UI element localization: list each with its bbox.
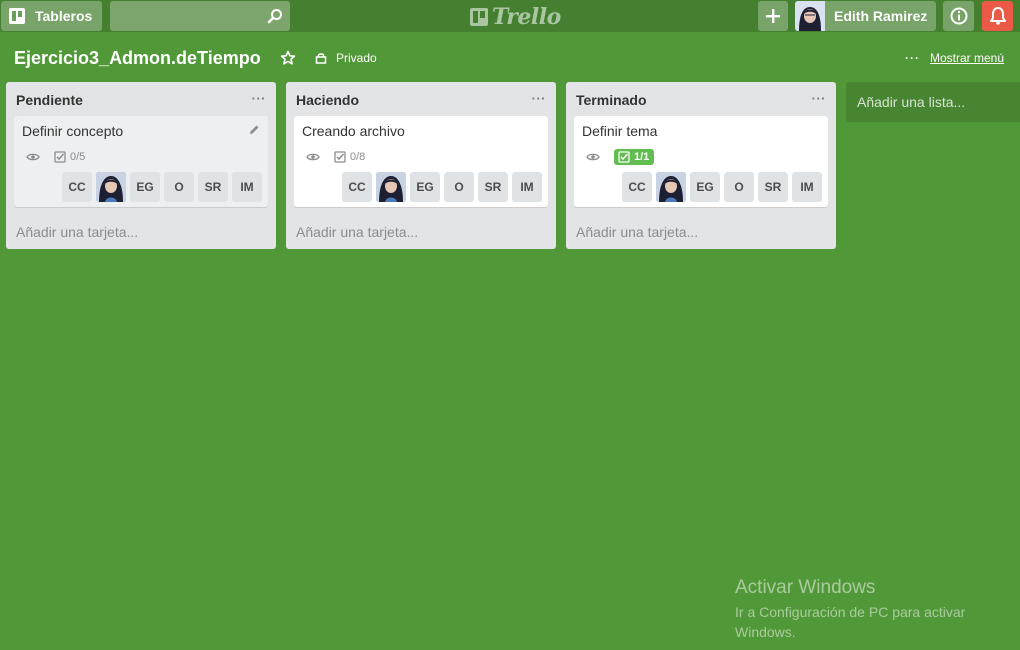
eye-icon: [586, 152, 600, 162]
add-card-link[interactable]: Añadir una tarjeta...: [576, 224, 698, 240]
member-avatar[interactable]: CC: [342, 172, 372, 202]
card-badges: 0/8: [306, 147, 365, 167]
member-avatar-photo[interactable]: [656, 172, 686, 202]
member-avatar[interactable]: O: [444, 172, 474, 202]
list-terminado: Terminado ··· Definir tema 1/1 CC EG O S…: [566, 82, 836, 249]
user-menu-button[interactable]: Edith Ramirez: [795, 1, 936, 31]
checklist-count: 0/8: [350, 151, 366, 163]
card-badges: 0/5: [26, 147, 85, 167]
boards-icon: [9, 8, 25, 24]
member-avatar[interactable]: SR: [758, 172, 788, 202]
member-avatar[interactable]: SR: [478, 172, 508, 202]
top-header: Tableros Trello Edith Ramirez: [0, 0, 1020, 32]
member-avatar[interactable]: CC: [622, 172, 652, 202]
boards-button[interactable]: Tableros: [1, 1, 102, 31]
watermark-title: Activar Windows: [735, 577, 876, 598]
card-members: CC EG O SR IM: [618, 172, 822, 202]
checklist-badge-complete: 1/1: [614, 149, 655, 165]
bell-icon: [989, 7, 1006, 25]
notifications-button[interactable]: [982, 1, 1013, 31]
watermark-subtitle: Ir a Configuración de PC para activar Wi…: [735, 604, 966, 640]
logo-text: Trello: [492, 4, 561, 30]
add-card-link[interactable]: Añadir una tarjeta...: [16, 224, 138, 240]
checklist-icon: [334, 151, 346, 163]
board-title[interactable]: Ejercicio3_Admon.deTiempo: [14, 48, 261, 69]
add-button[interactable]: [758, 1, 788, 31]
add-list-button[interactable]: Añadir una lista...: [846, 82, 1020, 122]
list-haciendo: Haciendo ··· Creando archivo 0/8 CC EG O…: [286, 82, 556, 249]
show-menu-label: Mostrar menú: [929, 51, 1004, 65]
list-pendiente: Pendiente ··· Definir concepto 0/5 CC EG…: [6, 82, 276, 249]
trello-logo[interactable]: Trello: [470, 4, 561, 30]
member-avatar[interactable]: IM: [512, 172, 542, 202]
windows-activation-watermark: Activar Windows Ir a Configuración de PC…: [735, 577, 995, 642]
boards-label: Tableros: [35, 8, 93, 24]
list-title[interactable]: Terminado: [576, 92, 647, 108]
member-avatar[interactable]: IM: [232, 172, 262, 202]
card-title: Definir tema: [582, 123, 658, 139]
list-menu-icon[interactable]: ···: [252, 91, 267, 106]
star-icon[interactable]: [280, 50, 296, 66]
member-avatar-photo[interactable]: [96, 172, 126, 202]
eye-icon: [306, 152, 320, 162]
search-input[interactable]: [110, 1, 290, 31]
search-icon: [267, 8, 283, 24]
checklist-icon: [54, 151, 66, 163]
list-title[interactable]: Pendiente: [16, 92, 83, 108]
trello-logo-icon: [470, 8, 488, 26]
member-avatar[interactable]: EG: [130, 172, 160, 202]
card[interactable]: Creando archivo 0/8 CC EG O SR IM: [294, 116, 548, 207]
info-button[interactable]: [943, 1, 974, 31]
add-card-link[interactable]: Añadir una tarjeta...: [296, 224, 418, 240]
member-avatar-photo[interactable]: [376, 172, 406, 202]
add-list-label: Añadir una lista...: [857, 94, 966, 110]
card-members: CC EG O SR IM: [58, 172, 262, 202]
checklist-badge: 0/8: [334, 151, 365, 163]
info-icon: [950, 7, 968, 25]
plus-icon: [765, 8, 781, 24]
member-avatar[interactable]: O: [724, 172, 754, 202]
card[interactable]: Definir concepto 0/5 CC EG O SR IM: [14, 116, 268, 207]
card-title: Creando archivo: [302, 123, 405, 139]
member-avatar[interactable]: O: [164, 172, 194, 202]
privacy-label: Privado: [336, 51, 377, 65]
card[interactable]: Definir tema 1/1 CC EG O SR IM: [574, 116, 828, 207]
member-avatar[interactable]: CC: [62, 172, 92, 202]
checklist-badge: 0/5: [54, 151, 85, 163]
checklist-icon: [618, 151, 630, 163]
member-avatar[interactable]: SR: [198, 172, 228, 202]
member-avatar[interactable]: EG: [410, 172, 440, 202]
list-title[interactable]: Haciendo: [296, 92, 359, 108]
checklist-count: 0/5: [70, 151, 86, 163]
eye-icon: [26, 152, 40, 162]
member-avatar[interactable]: EG: [690, 172, 720, 202]
list-menu-icon[interactable]: ···: [532, 91, 547, 106]
checklist-count: 1/1: [634, 151, 650, 163]
privacy-button[interactable]: Privado: [315, 51, 377, 65]
card-badges: 1/1: [586, 147, 655, 167]
show-menu-link[interactable]: ··· Mostrar menú: [905, 51, 1004, 65]
user-name: Edith Ramirez: [834, 8, 928, 24]
member-avatar[interactable]: IM: [792, 172, 822, 202]
card-members: CC EG O SR IM: [338, 172, 542, 202]
list-menu-icon[interactable]: ···: [812, 91, 827, 106]
pencil-icon[interactable]: [248, 124, 260, 136]
menu-dots-icon: ···: [904, 51, 920, 65]
user-avatar: [795, 1, 825, 31]
card-title: Definir concepto: [22, 123, 124, 139]
lock-icon: [315, 52, 327, 64]
